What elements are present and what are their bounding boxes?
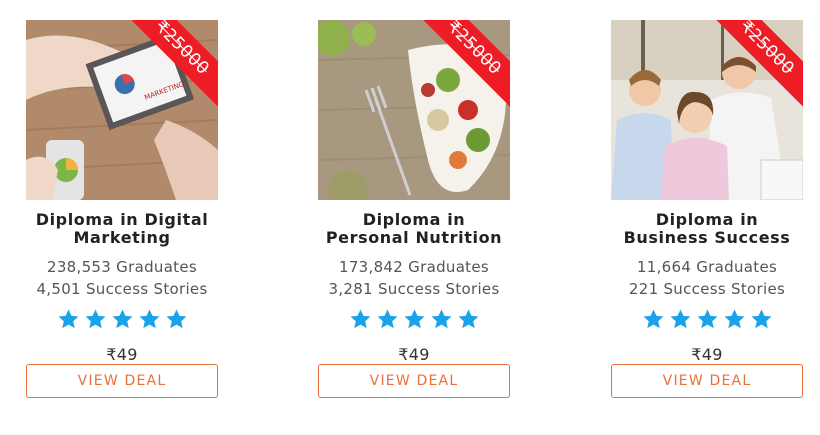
course-image[interactable]: ₹25000 bbox=[611, 20, 803, 200]
rating-stars bbox=[611, 308, 803, 332]
view-deal-button[interactable]: VIEW DEAL bbox=[26, 364, 218, 398]
star-icon bbox=[139, 309, 159, 329]
graduates-count: 238,553 Graduates bbox=[46, 258, 198, 276]
star-icon bbox=[697, 309, 717, 329]
star-icon bbox=[58, 309, 78, 329]
course-title[interactable]: Diploma in Digital Marketing bbox=[26, 211, 218, 247]
star-icon bbox=[643, 309, 663, 329]
course-image[interactable]: MARKETING ₹25000 bbox=[26, 20, 218, 200]
deal-price: ₹49 bbox=[106, 345, 138, 364]
star-icon bbox=[670, 309, 690, 329]
star-icon bbox=[724, 309, 744, 329]
course-card-personal-nutrition[interactable]: ₹25000 Diploma in Personal Nutrition 173… bbox=[318, 20, 510, 364]
star-icon bbox=[458, 309, 478, 329]
course-title[interactable]: Diploma in Business Success bbox=[611, 211, 803, 247]
course-card-business-success[interactable]: ₹25000 Diploma in Business Success 11,66… bbox=[611, 20, 803, 364]
success-stories-count: 3,281 Success Stories bbox=[328, 280, 500, 298]
deal-price: ₹49 bbox=[398, 345, 430, 364]
rating-stars bbox=[318, 308, 510, 332]
success-stories-count: 221 Success Stories bbox=[628, 280, 786, 298]
star-icon bbox=[112, 309, 132, 329]
view-deal-button[interactable]: VIEW DEAL bbox=[318, 364, 510, 398]
star-icon bbox=[751, 309, 771, 329]
view-deal-button[interactable]: VIEW DEAL bbox=[611, 364, 803, 398]
course-card-digital-marketing[interactable]: MARKETING ₹25000 Diploma in Digital Mark… bbox=[26, 20, 218, 364]
star-icon bbox=[350, 309, 370, 329]
rating-stars bbox=[26, 308, 218, 332]
star-icon bbox=[404, 309, 424, 329]
course-image[interactable]: ₹25000 bbox=[318, 20, 510, 200]
star-icon bbox=[166, 309, 186, 329]
star-icon bbox=[85, 309, 105, 329]
graduates-count: 173,842 Graduates bbox=[338, 258, 490, 276]
course-title[interactable]: Diploma in Personal Nutrition bbox=[318, 211, 510, 247]
star-icon bbox=[431, 309, 451, 329]
star-icon bbox=[377, 309, 397, 329]
deal-price: ₹49 bbox=[691, 345, 723, 364]
graduates-count: 11,664 Graduates bbox=[636, 258, 778, 276]
success-stories-count: 4,501 Success Stories bbox=[36, 280, 208, 298]
